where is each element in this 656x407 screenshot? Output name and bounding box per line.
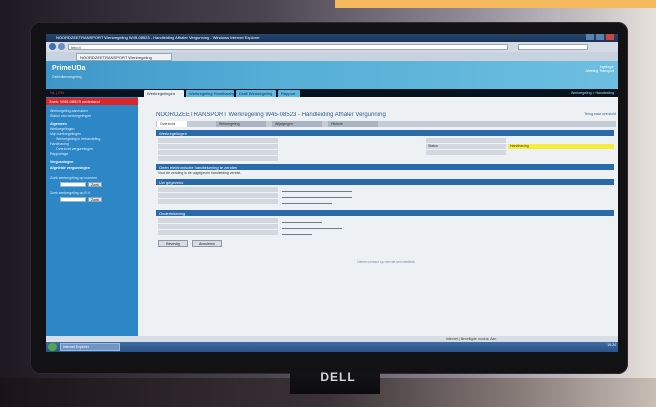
subtab-werkregeling[interactable]: Werkregeling [216,121,266,127]
window-title: NOORDZEETRANSPORT Werkregeling W45-08523… [56,35,260,40]
status-label: Status [426,144,506,149]
sidebar-item[interactable]: Werkregeling aanmaken [50,109,136,113]
user-info: Ingelogd: Afdeling Transport [526,65,614,83]
monitor-brand-logo: DELL [320,370,356,384]
back-to-overview-link[interactable]: Terug naar overzicht [566,112,616,117]
browser-search-input[interactable] [518,44,588,50]
language-switch[interactable]: NL | EN [50,90,80,96]
taskbar-item[interactable]: Internet Explorer [60,343,120,351]
field-value [282,138,392,143]
field-label [158,187,278,192]
signature-note: Voor de zending is de opgegeven handleid… [158,171,242,175]
minimize-button[interactable] [586,34,594,40]
maximize-button[interactable] [596,34,604,40]
field-label [158,230,278,235]
menu-tab-werkregelingen[interactable]: Werkregelingen [144,90,184,97]
field-label-right [426,138,506,143]
browser-tab[interactable]: NOORDZEETRANSPORT Werkregeling [76,53,172,61]
monitor-screen: NOORDZEETRANSPORT Werkregeling W45-08523… [46,34,618,352]
address-input[interactable]: http:// [68,44,508,50]
field-label [158,150,278,155]
input-line[interactable] [282,228,342,229]
start-button[interactable] [48,343,57,351]
forward-button[interactable] [58,43,65,50]
sidebar-section-afgeleide[interactable]: Afgeleide vergunningen [50,166,136,170]
input-line[interactable] [282,234,312,235]
menu-tab-handhaving[interactable]: Werkregeling Handhaving [186,90,234,97]
page-footer: Neem contact op met de servicedesk [357,260,415,264]
sidebar-section-algemeen[interactable]: Algemeen [50,122,136,126]
search-number-input[interactable] [60,182,86,187]
input-line[interactable] [282,203,332,204]
field-label [158,199,278,204]
sidebar-search-label-bv: Zoek werkregeling op B.V. [50,191,91,195]
sidebar-item[interactable]: Handhaving [50,142,136,146]
field-label [158,224,278,229]
app-subtitle: Gebruikersregeling [52,75,82,79]
input-line[interactable] [282,197,352,198]
section-header-werkregelingen: Werkregelingen [156,130,614,136]
search-bv-input[interactable] [60,197,86,202]
user-line-2: Afdeling Transport [585,69,614,73]
security-zone: Internet | Beveiligde modus: Aan [446,337,497,341]
system-clock: 10:24 [607,343,616,347]
field-label [158,156,278,161]
input-line[interactable] [282,222,322,223]
field-value-right [508,138,614,143]
menu-tab-draft[interactable]: Draft Werkregeling [236,90,276,97]
sidebar-header: Zoek: W45-08523 nederland [46,98,138,105]
page-title: NOORDZEETRANSPORT Werkregeling W45-08523… [156,112,386,118]
subtab-overzicht[interactable]: Overzicht [157,121,187,127]
sidebar-item[interactable]: Status van werkregelingen [50,114,136,118]
search-bv-button[interactable]: Zoek [88,197,102,202]
sidebar-item[interactable]: Rapportage [50,152,136,156]
subtab-wijzigingen[interactable]: Wijzigingen [272,121,322,127]
sidebar-section-vergunningen[interactable]: Vergunningen [50,160,136,164]
cancel-button[interactable]: Annuleren [192,240,222,247]
field-label [158,218,278,223]
back-button[interactable] [49,43,56,50]
app-logo: PrimeUDa [52,65,86,72]
menu-tab-rapport[interactable]: Rapport [278,90,300,97]
browser-title-bar: NOORDZEETRANSPORT Werkregeling W45-08523… [46,34,618,42]
confirm-button[interactable]: Bevestig [158,240,188,247]
field-value-right [508,150,614,155]
sidebar-item[interactable]: Werkregelingen [50,127,136,131]
search-number-button[interactable]: Zoek [88,182,102,187]
sidebar-search-label-nummer: Zoek werkregeling op nummer [50,176,98,180]
field-label-right [426,150,506,155]
section-header-signature: Geen elektronische handtekening te zende… [156,164,614,170]
browser-toolbar-icons [506,54,616,67]
sidebar-item[interactable]: Werkregeling in behandeling [56,137,142,141]
field-label [158,144,278,149]
breadcrumb: Werkregeling > Handleiding [570,91,614,95]
close-button[interactable] [606,34,614,40]
taskbar [46,342,618,352]
status-value-highlight: Handhaving [508,144,614,149]
field-value [282,144,392,149]
background-yellow-strip [335,0,656,8]
subtab-historie[interactable]: Historie [328,121,378,127]
section-header-gegevens: Uw gegevens [156,179,614,185]
field-label [158,138,278,143]
sidebar-item[interactable]: Mijn werkregelingen [50,132,136,136]
field-label [158,193,278,198]
input-line[interactable] [282,191,352,192]
section-header-ondertekening: Ondertekening [156,210,614,216]
sidebar-item[interactable]: Overzicht vergunningen [56,147,142,151]
